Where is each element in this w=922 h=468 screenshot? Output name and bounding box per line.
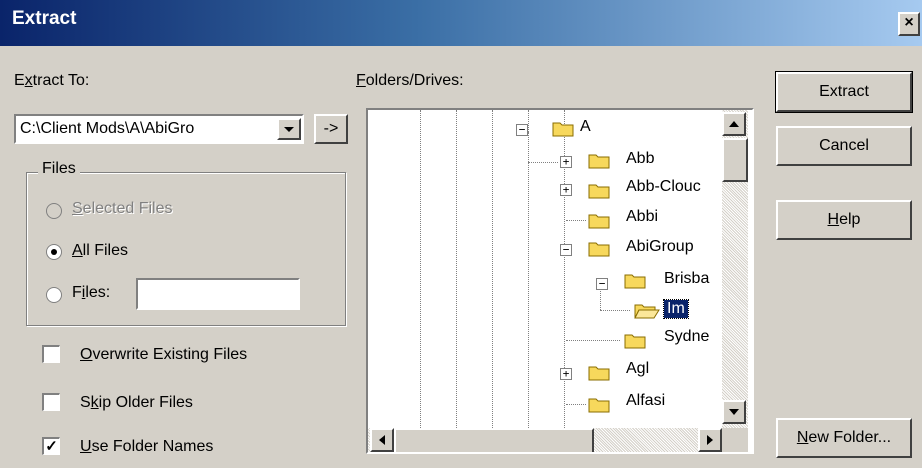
tree-guide-line (456, 110, 457, 430)
folder-icon (588, 214, 610, 229)
arrow-down-icon (729, 409, 739, 415)
arrow-left-icon (379, 435, 385, 445)
tree-item-abb[interactable]: Abb (626, 150, 654, 168)
tree-guide-line (528, 132, 529, 430)
folder-icon (588, 366, 610, 381)
tree-connector (600, 310, 630, 311)
help-mnemonic: H (827, 211, 840, 228)
new-folder-label: ew Folder... (808, 429, 892, 446)
all-files-radio[interactable] (46, 244, 62, 260)
folder-icon (588, 398, 610, 413)
folder-icon (624, 334, 646, 349)
tree-connector (566, 340, 620, 341)
use-folder-names-label: Use Folder Names (80, 438, 214, 455)
files-group-title: Files (38, 160, 80, 178)
checkmark-icon: ✓ (45, 438, 58, 455)
skip-older-label: Skip Older Files (80, 394, 193, 411)
expand-icon[interactable]: + (560, 156, 572, 168)
cancel-button[interactable]: Cancel (776, 126, 912, 166)
overwrite-label: Overwrite Existing Files (80, 346, 248, 363)
tree-item-abigroup[interactable]: AbiGroup (626, 238, 694, 256)
files-label: Files: (72, 284, 111, 301)
tree-item-alfasi[interactable]: Alfasi (626, 392, 665, 410)
tree-item-im[interactable]: Im (663, 299, 689, 319)
folders-drives-label: Folders/Drives: (356, 72, 464, 89)
help-label: elp (839, 211, 861, 228)
chevron-down-icon (284, 127, 294, 132)
close-button[interactable]: × (898, 12, 920, 36)
tree-connector (566, 220, 586, 221)
tree-item-abbi[interactable]: Abbi (626, 208, 658, 226)
overwrite-checkbox[interactable] (42, 345, 60, 363)
scrollbar-corner (722, 428, 748, 452)
tree-item-a[interactable]: A (580, 118, 591, 136)
files-filter-input[interactable] (136, 278, 300, 310)
new-folder-mnemonic: N (796, 429, 809, 446)
tree-item-sydne[interactable]: Sydne (664, 328, 709, 346)
help-button[interactable]: Help (776, 200, 912, 240)
collapse-icon[interactable]: − (516, 124, 528, 136)
extract-path-combobox[interactable]: C:\Client Mods\A\AbiGro (14, 114, 304, 144)
folder-icon (624, 274, 646, 289)
window-title: Extract (12, 8, 77, 29)
new-folder-button[interactable]: New Folder... (776, 418, 912, 458)
extract-button[interactable]: Extract (775, 71, 913, 113)
folder-tree[interactable]: − A + Abb + Abb-Clouc Abbi − AbiGroup − … (366, 108, 754, 454)
tree-connector (566, 404, 586, 405)
tree-item-agl[interactable]: Agl (626, 360, 649, 378)
use-folder-names-checkbox[interactable]: ✓ (42, 437, 60, 455)
expand-icon[interactable]: + (560, 184, 572, 196)
tree-guide-line (492, 110, 493, 430)
combobox-dropdown-button[interactable] (277, 118, 301, 140)
selected-files-radio[interactable] (46, 203, 62, 219)
folder-icon (552, 122, 574, 137)
extract-path-value: C:\Client Mods\A\AbiGro (20, 120, 195, 137)
title-bar[interactable] (0, 0, 922, 46)
browse-arrow-button[interactable]: -> (314, 114, 348, 144)
folder-icon (588, 242, 610, 257)
horizontal-scroll-thumb[interactable] (394, 428, 594, 452)
tree-item-brisba[interactable]: Brisba (664, 270, 709, 288)
tree-guide-line (420, 110, 421, 430)
all-files-label: All Files (72, 242, 129, 259)
extract-to-label: Extract To: (14, 72, 90, 89)
tree-guide-line (564, 252, 565, 340)
scroll-right-button[interactable] (698, 428, 722, 452)
selected-files-label: Selected Files (72, 200, 173, 217)
tree-item-abb-clouc[interactable]: Abb-Clouc (626, 178, 701, 196)
scroll-down-button[interactable] (722, 400, 746, 424)
folder-icon (588, 184, 610, 199)
expand-icon[interactable]: + (560, 368, 572, 380)
folder-icon (588, 154, 610, 169)
files-radio[interactable] (46, 287, 62, 303)
collapse-icon[interactable]: − (560, 244, 572, 256)
open-folder-icon (634, 304, 660, 319)
scroll-up-button[interactable] (722, 112, 746, 136)
collapse-icon[interactable]: − (596, 278, 608, 290)
arrow-up-icon (729, 121, 739, 127)
arrow-right-icon (707, 435, 713, 445)
tree-connector (528, 162, 558, 163)
vertical-scroll-thumb[interactable] (722, 138, 748, 182)
skip-older-checkbox[interactable] (42, 393, 60, 411)
scroll-left-button[interactable] (370, 428, 394, 452)
